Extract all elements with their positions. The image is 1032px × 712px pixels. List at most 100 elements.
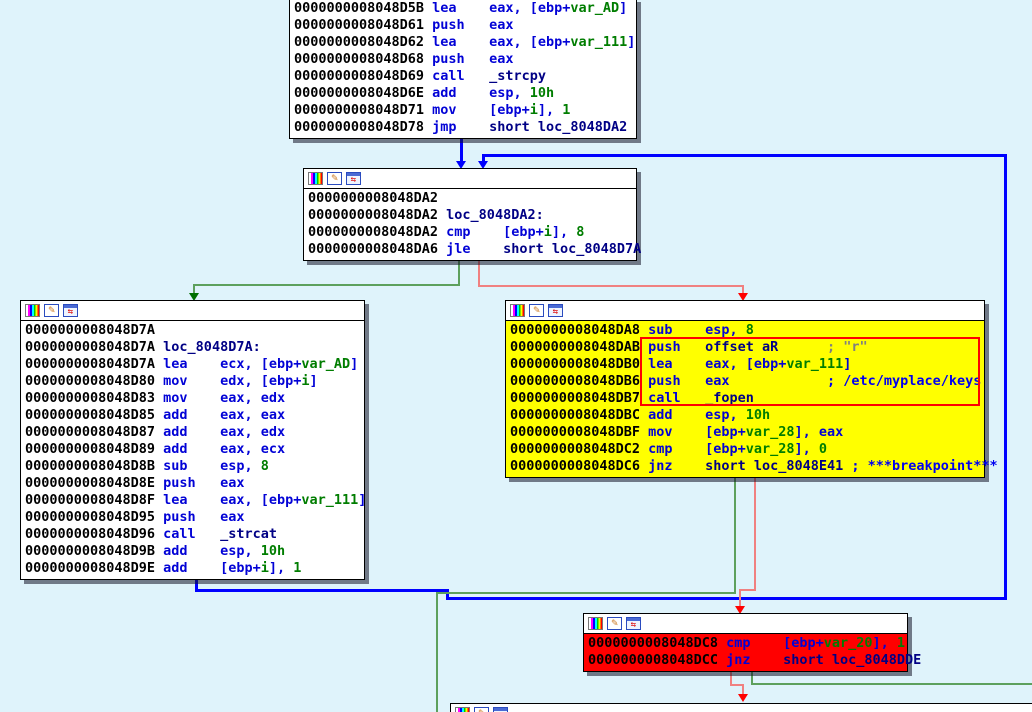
- asm-line[interactable]: 0000000008048D96 call _strcat: [25, 526, 362, 543]
- asm-token[interactable]: 0000000008048D6E: [294, 85, 432, 101]
- asm-token[interactable]: short loc_8048DDE: [783, 652, 921, 668]
- asm-token[interactable]: 8: [576, 224, 584, 240]
- asm-token[interactable]: 0000000008048D8E: [25, 475, 163, 491]
- asm-token[interactable]: var_111: [301, 492, 358, 508]
- asm-token[interactable]: jnz: [726, 652, 783, 668]
- asm-token[interactable]: 0000000008048DB7: [510, 390, 648, 406]
- asm-token[interactable]: 0000000008048D62: [294, 34, 432, 50]
- asm-line[interactable]: 0000000008048DC6 jnz short loc_8048E41 ;…: [510, 458, 982, 475]
- asm-token[interactable]: 10h: [261, 543, 285, 559]
- asm-token[interactable]: ]: [619, 0, 627, 16]
- asm-line[interactable]: 0000000008048D95 push eax: [25, 509, 362, 526]
- block-8048da8-title-bar[interactable]: ✎⇆: [506, 301, 984, 321]
- asm-token[interactable]: cmp [ebp+: [726, 635, 824, 651]
- asm-token[interactable]: 0000000008048D61: [294, 17, 432, 33]
- asm-line[interactable]: 0000000008048D6E add esp, 10h: [294, 85, 634, 102]
- asm-token[interactable]: add esp,: [648, 407, 746, 423]
- asm-token[interactable]: push eax: [163, 509, 244, 525]
- asm-line[interactable]: 0000000008048DA2 loc_8048DA2:: [308, 207, 634, 224]
- asm-token[interactable]: eax, [ebp+: [489, 0, 570, 16]
- asm-line[interactable]: 0000000008048D87 add eax, edx: [25, 424, 362, 441]
- asm-line[interactable]: 0000000008048D78 jmp short loc_8048DA2: [294, 119, 634, 136]
- asm-token[interactable]: _strcpy: [489, 68, 546, 84]
- asm-token[interactable]: 0000000008048D89: [25, 441, 163, 457]
- asm-token[interactable]: 0000000008048D95: [25, 509, 163, 525]
- asm-token[interactable]: short loc_8048DA2: [489, 119, 627, 135]
- asm-line[interactable]: 0000000008048D8F lea eax, [ebp+var_111]: [25, 492, 362, 509]
- asm-token[interactable]: 0000000008048DA6: [308, 241, 446, 257]
- asm-token[interactable]: ],: [873, 635, 897, 651]
- asm-token[interactable]: var_111: [570, 34, 627, 50]
- asm-token[interactable]: mov edx, [ebp+: [163, 373, 301, 389]
- asm-token[interactable]: loc_8048DA2:: [446, 207, 544, 223]
- asm-token[interactable]: cmp [ebp+: [446, 224, 544, 240]
- asm-token[interactable]: sub esp,: [163, 458, 261, 474]
- block-8048da2[interactable]: ✎⇆0000000008048DA20000000008048DA2 loc_8…: [303, 168, 637, 261]
- asm-token[interactable]: jmp: [432, 119, 489, 135]
- asm-token[interactable]: lea ecx, [ebp+: [163, 356, 301, 372]
- asm-token[interactable]: var_AD: [301, 356, 350, 372]
- asm-token[interactable]: 0000000008048D87: [25, 424, 163, 440]
- asm-token[interactable]: 0000000008048D83: [25, 390, 163, 406]
- asm-token[interactable]: 0000000008048D85: [25, 407, 163, 423]
- asm-token[interactable]: 1: [897, 635, 905, 651]
- asm-line[interactable]: 0000000008048D62 lea eax, [ebp+var_111]: [294, 34, 634, 51]
- palette-icon[interactable]: [455, 707, 470, 712]
- asm-token[interactable]: ],: [269, 560, 293, 576]
- asm-token[interactable]: _strcat: [220, 526, 277, 542]
- asm-line[interactable]: 0000000008048D7A lea ecx, [ebp+var_AD]: [25, 356, 362, 373]
- asm-line[interactable]: 0000000008048D7A: [25, 322, 362, 339]
- asm-line[interactable]: 0000000008048DA2: [308, 190, 634, 207]
- block-8048dc8-title-bar[interactable]: ✎⇆: [584, 614, 907, 634]
- asm-line[interactable]: 0000000008048DCC jnz short loc_8048DDE: [588, 652, 905, 669]
- asm-token[interactable]: ], eax: [795, 424, 844, 440]
- asm-token[interactable]: mov [ebp+: [648, 424, 746, 440]
- asm-token[interactable]: 0000000008048DBC: [510, 407, 648, 423]
- group-icon[interactable]: ⇆: [493, 707, 508, 712]
- asm-line[interactable]: 0000000008048D7A loc_8048D7A:: [25, 339, 362, 356]
- asm-token[interactable]: i: [544, 224, 552, 240]
- asm-token[interactable]: var_28: [746, 441, 795, 457]
- asm-token[interactable]: ],: [552, 224, 576, 240]
- asm-line[interactable]: 0000000008048DC8 cmp [ebp+var_20], 1: [588, 635, 905, 652]
- asm-token[interactable]: 0000000008048DA2: [308, 190, 438, 206]
- asm-line[interactable]: 0000000008048DA2 cmp [ebp+i], 8: [308, 224, 634, 241]
- edit-icon[interactable]: ✎: [529, 304, 544, 317]
- group-icon[interactable]: ⇆: [626, 617, 641, 630]
- edit-icon[interactable]: ✎: [607, 617, 622, 630]
- asm-token[interactable]: i: [530, 102, 538, 118]
- asm-token[interactable]: ],: [538, 102, 562, 118]
- palette-icon[interactable]: [25, 304, 40, 317]
- group-icon[interactable]: ⇆: [63, 304, 78, 317]
- palette-icon[interactable]: [308, 172, 323, 185]
- asm-token[interactable]: 0000000008048DBF: [510, 424, 648, 440]
- asm-token[interactable]: 10h: [746, 407, 770, 423]
- asm-token[interactable]: 0000000008048D78: [294, 119, 432, 135]
- asm-line[interactable]: 0000000008048D69 call _strcpy: [294, 68, 634, 85]
- block-8048d5b[interactable]: 0000000008048D5B lea eax, [ebp+var_AD]00…: [289, 0, 637, 139]
- asm-line[interactable]: 0000000008048D80 mov edx, [ebp+i]: [25, 373, 362, 390]
- block-bottom-partial[interactable]: ✎⇆: [450, 703, 1032, 712]
- asm-token[interactable]: 0000000008048DB0: [510, 356, 648, 372]
- asm-token[interactable]: ]: [627, 34, 635, 50]
- asm-line[interactable]: 0000000008048D68 push eax: [294, 51, 634, 68]
- asm-token[interactable]: 0000000008048DC6: [510, 458, 648, 474]
- asm-token[interactable]: 0000000008048D80: [25, 373, 163, 389]
- asm-token[interactable]: short loc_8048D7A: [503, 241, 641, 257]
- asm-token[interactable]: ]: [358, 492, 366, 508]
- asm-line[interactable]: 0000000008048D83 mov eax, edx: [25, 390, 362, 407]
- asm-token[interactable]: add esp,: [163, 543, 261, 559]
- edit-icon[interactable]: ✎: [44, 304, 59, 317]
- asm-token[interactable]: call: [432, 68, 489, 84]
- asm-token[interactable]: var_AD: [570, 0, 619, 16]
- asm-token[interactable]: 0000000008048DB6: [510, 373, 648, 389]
- asm-token[interactable]: ]: [309, 373, 317, 389]
- asm-token[interactable]: sub esp,: [648, 322, 746, 338]
- asm-token[interactable]: 0000000008048D96: [25, 526, 163, 542]
- asm-line[interactable]: 0000000008048DBF mov [ebp+var_28], eax: [510, 424, 982, 441]
- edit-icon[interactable]: ✎: [474, 707, 489, 712]
- asm-token[interactable]: lea eax, [ebp+: [163, 492, 301, 508]
- block-8048d7a-title-bar[interactable]: ✎⇆: [21, 301, 364, 321]
- asm-token[interactable]: ],: [795, 441, 819, 457]
- asm-token[interactable]: loc_8048D7A:: [163, 339, 261, 355]
